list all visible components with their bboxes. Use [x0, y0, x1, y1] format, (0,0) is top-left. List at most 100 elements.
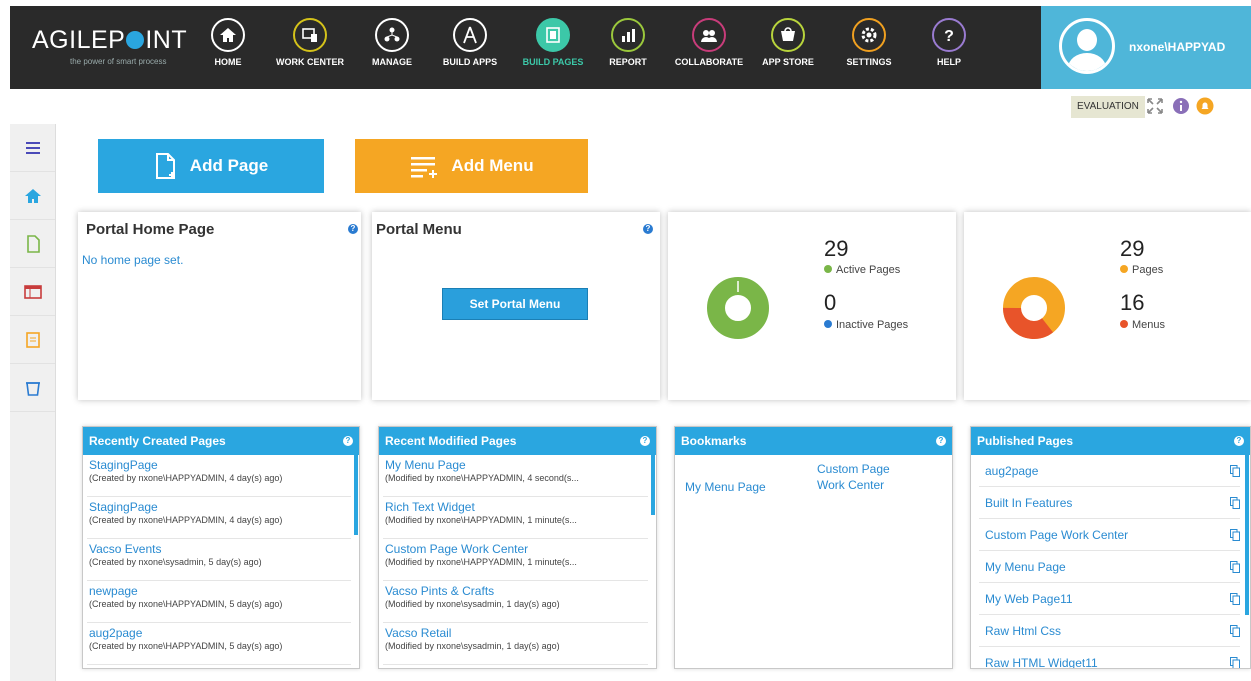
- page-meta: (Created by nxone\sysadmin, 5 day(s) ago…: [89, 557, 262, 567]
- page-link[interactable]: StagingPage: [89, 458, 351, 472]
- panel-title: Published Pages: [977, 434, 1074, 448]
- nav-item-settings[interactable]: SETTINGS: [829, 18, 909, 67]
- nav-item-build-pages[interactable]: BUILD PAGES: [513, 18, 593, 67]
- page-link[interactable]: My Menu Page: [985, 560, 1066, 574]
- active-pages-count: 29: [824, 236, 849, 261]
- page-meta: (Created by nxone\HAPPYADMIN, 5 day(s) a…: [89, 599, 283, 609]
- list-item[interactable]: Rich Text Widget (Modified by nxone\HAPPY…: [383, 497, 648, 539]
- add-menu-icon: [411, 157, 438, 178]
- page-link[interactable]: aug2page: [985, 464, 1038, 478]
- list-item[interactable]: My Menu Page (Modified by nxone\HAPPYADMI…: [383, 455, 648, 497]
- published-page-item[interactable]: My Menu Page: [979, 551, 1240, 583]
- nav-item-build-apps[interactable]: BUILD APPS: [430, 18, 510, 67]
- sidebar-item-pages[interactable]: [10, 220, 55, 268]
- nav-label: COLLABORATE: [674, 57, 744, 67]
- page-link[interactable]: Raw HTML Widget11: [985, 656, 1098, 669]
- copy-icon[interactable]: [1230, 528, 1240, 541]
- page-link[interactable]: aug2page: [89, 626, 351, 640]
- set-portal-menu-button[interactable]: Set Portal Menu: [442, 288, 588, 320]
- user-profile[interactable]: nxone\HAPPYAD: [1041, 6, 1251, 89]
- page-link[interactable]: My Menu Page: [385, 458, 648, 472]
- page-meta: (Created by nxone\HAPPYADMIN, 4 day(s) a…: [89, 515, 283, 525]
- form-icon: [25, 331, 40, 348]
- page-link[interactable]: Built In Features: [985, 496, 1072, 510]
- help-icon[interactable]: ?: [936, 436, 946, 446]
- page-link[interactable]: Custom Page Work Center: [385, 542, 648, 556]
- page-link[interactable]: newpage: [89, 584, 351, 598]
- sidebar-item-recycle-bin[interactable]: [10, 364, 55, 412]
- copy-icon[interactable]: [1230, 624, 1240, 637]
- page-meta: (Modified by nxone\HAPPYADMIN, 1 minute(…: [385, 557, 577, 567]
- list-item[interactable]: Custom Page Work Center (Modified by nxon…: [383, 539, 648, 581]
- build-pages-icon: [536, 18, 570, 52]
- table-icon: [23, 284, 42, 299]
- copy-icon[interactable]: [1230, 560, 1240, 573]
- page-link[interactable]: Custom Page Work Center: [985, 528, 1128, 542]
- page-link[interactable]: My Web Page11: [985, 592, 1073, 606]
- page-link[interactable]: Rich Text Widget: [385, 500, 648, 514]
- help-icon[interactable]: ?: [348, 224, 358, 234]
- help-icon[interactable]: ?: [343, 436, 353, 446]
- page-link[interactable]: Raw Html Css: [985, 624, 1061, 638]
- username: nxone\HAPPYAD: [1129, 40, 1226, 54]
- nav-label: SETTINGS: [846, 57, 892, 67]
- scrollbar[interactable]: [651, 455, 655, 515]
- page-link[interactable]: Vacso Pints & Crafts: [385, 584, 648, 598]
- scrollbar[interactable]: [1245, 455, 1249, 615]
- help-icon[interactable]: ?: [640, 436, 650, 446]
- avatar[interactable]: [1059, 18, 1115, 74]
- list-item[interactable]: Vacso Pints & Crafts (Modified by nxone\s…: [383, 581, 648, 623]
- sidebar-item-home[interactable]: [10, 172, 55, 220]
- copy-icon[interactable]: [1230, 656, 1240, 669]
- sidebar: [10, 124, 56, 681]
- published-page-item[interactable]: Custom Page Work Center: [979, 519, 1240, 551]
- list-item[interactable]: StagingPage (Created by nxone\HAPPYADMIN,…: [87, 497, 351, 539]
- panel-title: Recently Created Pages: [89, 434, 226, 448]
- list-item[interactable]: Vacso Events (Created by nxone\sysadmin, …: [87, 539, 351, 581]
- copy-icon[interactable]: [1230, 464, 1240, 477]
- pages-menus-donut: [1003, 277, 1065, 339]
- build-apps-icon: [453, 18, 487, 52]
- sidebar-item-forms[interactable]: [10, 316, 55, 364]
- page-link[interactable]: StagingPage: [89, 500, 351, 514]
- portal-menu-card: Portal Menu ? Set Portal Menu: [372, 212, 660, 400]
- published-page-item[interactable]: aug2page: [979, 455, 1240, 487]
- sidebar-item-tables[interactable]: [10, 268, 55, 316]
- copy-icon[interactable]: [1230, 592, 1240, 605]
- published-page-item[interactable]: Built In Features: [979, 487, 1240, 519]
- published-page-item[interactable]: My Web Page11: [979, 583, 1240, 615]
- page-link[interactable]: Vacso Events: [89, 542, 351, 556]
- nav-item-home[interactable]: HOME: [188, 18, 268, 67]
- list-item[interactable]: newpage (Created by nxone\HAPPYADMIN, 5 d…: [87, 581, 351, 623]
- bookmark-item[interactable]: My Menu Page: [685, 480, 766, 494]
- published-page-item[interactable]: Raw Html Css: [979, 615, 1240, 647]
- sidebar-item-menu[interactable]: [10, 124, 55, 172]
- bookmark-item[interactable]: Custom Page Work Center: [817, 461, 917, 493]
- page-link[interactable]: Vacso Retail: [385, 626, 648, 640]
- list-item[interactable]: StagingPage (Created by nxone\HAPPYADMIN,…: [87, 455, 351, 497]
- notification-bell-icon[interactable]: [1196, 97, 1214, 115]
- nav-item-collaborate[interactable]: COLLABORATE: [669, 18, 749, 67]
- card-title: Portal Menu: [376, 221, 462, 238]
- add-page-button[interactable]: Add Page: [98, 139, 324, 193]
- scrollbar[interactable]: [354, 455, 358, 535]
- nav-item-app-store[interactable]: APP STORE: [748, 18, 828, 67]
- list-item[interactable]: Vacso Retail (Modified by nxone\sysadmin,…: [383, 623, 648, 665]
- agilepoint-logo[interactable]: AGILEP INT the power of smart process: [32, 26, 187, 66]
- recent-modified-panel: Recent Modified Pages? My Menu Page (Modi…: [378, 426, 657, 669]
- help-icon[interactable]: ?: [1234, 436, 1244, 446]
- nav-item-work-center[interactable]: WORK CENTER: [270, 18, 350, 67]
- list-item[interactable]: aug2page (Created by nxone\HAPPYADMIN, 5 …: [87, 623, 351, 665]
- nav-item-help[interactable]: ? HELP: [909, 18, 989, 67]
- nav-item-report[interactable]: REPORT: [588, 18, 668, 67]
- copy-icon[interactable]: [1230, 496, 1240, 509]
- fullscreen-icon[interactable]: [1146, 97, 1164, 115]
- help-icon[interactable]: ?: [643, 224, 653, 234]
- nav-label: REPORT: [609, 57, 647, 67]
- nav-item-manage[interactable]: MANAGE: [352, 18, 432, 67]
- hamburger-icon: [25, 141, 40, 154]
- no-home-page-text[interactable]: No home page set.: [82, 253, 183, 267]
- info-icon[interactable]: [1172, 97, 1190, 115]
- add-menu-button[interactable]: Add Menu: [355, 139, 588, 193]
- published-page-item[interactable]: Raw HTML Widget11: [979, 647, 1240, 669]
